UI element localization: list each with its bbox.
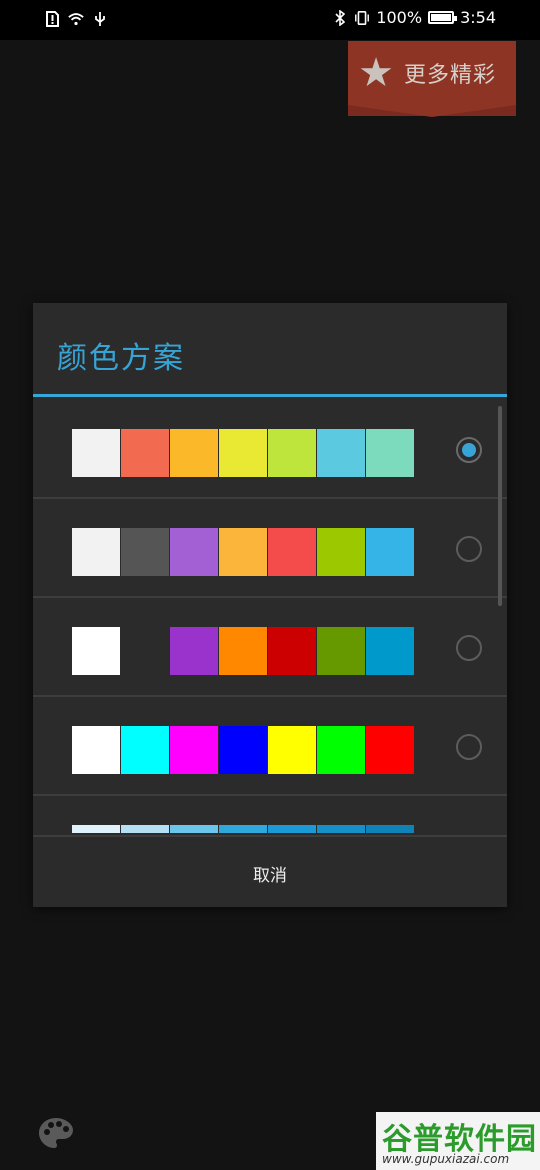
vibrate-icon <box>354 9 370 27</box>
bluetooth-icon <box>332 9 348 27</box>
alert-icon <box>44 10 60 28</box>
color-swatch <box>317 627 365 675</box>
color-swatch <box>317 825 365 833</box>
color-swatch <box>268 429 316 477</box>
banner-label: 更多精彩 <box>404 63 497 88</box>
color-swatch <box>268 726 316 774</box>
color-swatch <box>366 429 414 477</box>
scheme-row[interactable] <box>33 697 507 796</box>
color-swatch <box>366 528 414 576</box>
color-swatch <box>121 627 169 675</box>
dialog-footer: 取消 <box>33 835 507 907</box>
color-swatch <box>219 627 267 675</box>
scheme-list[interactable] <box>33 400 507 833</box>
palette-icon[interactable] <box>37 1116 75 1150</box>
color-swatch <box>72 528 120 576</box>
battery-fill <box>431 14 452 21</box>
wifi-icon <box>68 10 84 28</box>
color-swatch <box>219 429 267 477</box>
color-swatch <box>317 528 365 576</box>
color-swatch <box>72 627 120 675</box>
color-swatches <box>72 726 415 774</box>
color-swatch <box>72 429 120 477</box>
color-swatch <box>268 627 316 675</box>
color-swatch <box>219 726 267 774</box>
color-swatch <box>170 429 218 477</box>
cancel-button[interactable]: 取消 <box>33 837 507 907</box>
color-swatch <box>317 429 365 477</box>
color-swatch <box>366 825 414 833</box>
scheme-radio[interactable] <box>456 536 482 562</box>
color-swatch <box>170 627 218 675</box>
dialog-header: 颜色方案 <box>33 303 507 397</box>
color-swatches <box>72 627 415 675</box>
color-swatch <box>121 825 169 833</box>
color-scheme-dialog: 颜色方案 取消 <box>33 303 507 907</box>
color-swatches <box>72 429 415 477</box>
battery-percent: 100% <box>376 8 423 27</box>
scheme-row[interactable] <box>33 400 507 499</box>
usb-icon <box>92 10 108 28</box>
clock: 3:54 <box>460 8 496 27</box>
battery-icon <box>428 11 458 24</box>
color-swatch <box>170 825 218 833</box>
status-bar: 100% 3:54 <box>0 0 540 40</box>
watermark-logo: 谷普软件园 www.gupuxiazai.com <box>376 1112 540 1170</box>
color-swatch <box>366 726 414 774</box>
color-swatch <box>366 627 414 675</box>
color-swatch <box>268 825 316 833</box>
dialog-title: 颜色方案 <box>57 341 185 376</box>
stars-icon: ★ <box>358 50 394 96</box>
color-swatches <box>72 825 415 833</box>
color-swatch <box>219 528 267 576</box>
color-swatch <box>121 528 169 576</box>
color-swatch <box>72 726 120 774</box>
color-swatch <box>317 726 365 774</box>
scheme-radio[interactable] <box>456 635 482 661</box>
color-swatch <box>121 429 169 477</box>
color-swatch <box>219 825 267 833</box>
color-swatch <box>121 726 169 774</box>
color-swatch <box>268 528 316 576</box>
more-banner[interactable]: ★ 更多精彩 <box>348 41 516 117</box>
color-swatch <box>170 726 218 774</box>
scheme-row[interactable] <box>33 499 507 598</box>
scheme-row[interactable] <box>33 598 507 697</box>
scheme-radio[interactable] <box>456 734 482 760</box>
color-swatches <box>72 528 415 576</box>
scheme-radio[interactable] <box>456 437 482 463</box>
scrollbar[interactable] <box>498 406 502 606</box>
color-swatch <box>170 528 218 576</box>
watermark-url: www.gupuxiazai.com <box>382 1152 510 1166</box>
color-swatch <box>72 825 120 833</box>
scheme-row[interactable] <box>33 796 507 833</box>
